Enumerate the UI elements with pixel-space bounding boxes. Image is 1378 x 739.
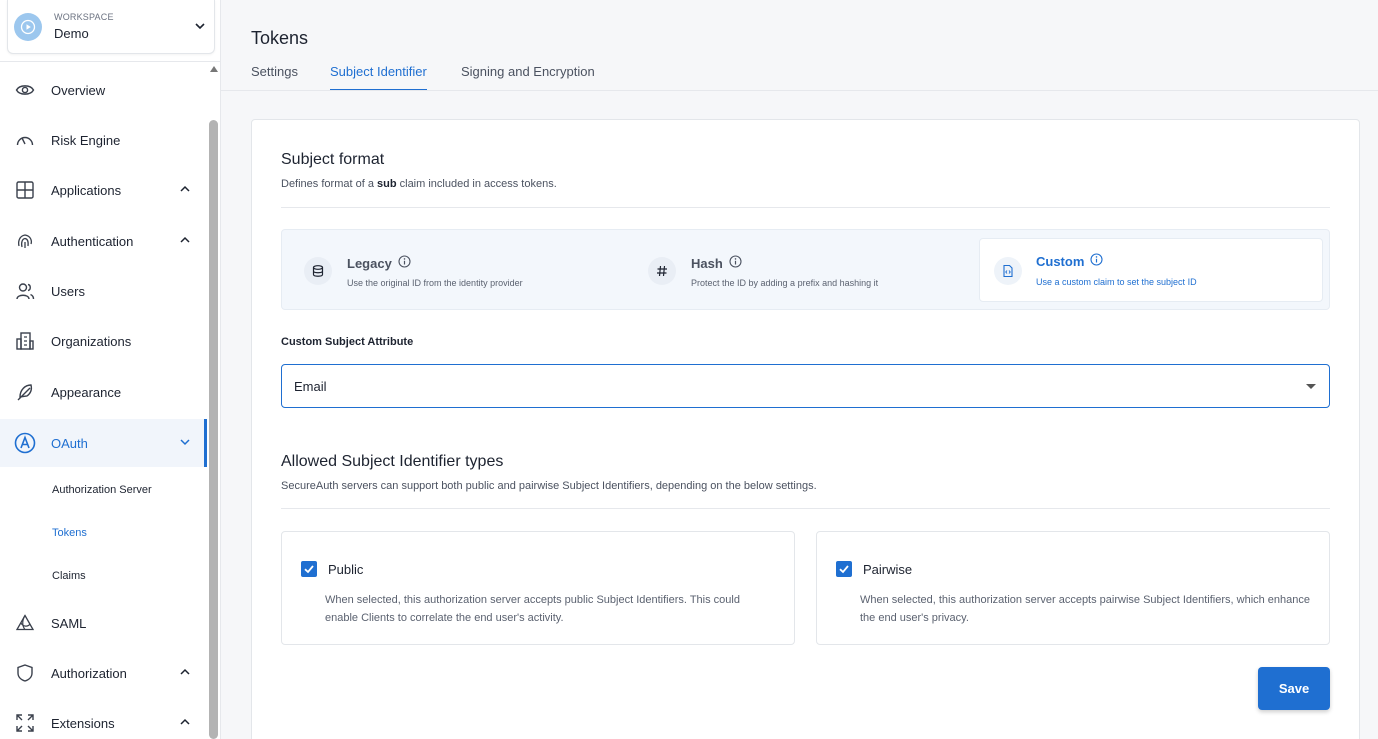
format-option-custom[interactable]: Custom Use a custom claim to set the sub…: [979, 238, 1323, 302]
sidebar-item-label: Authentication: [51, 233, 134, 249]
select-value: Email: [294, 379, 327, 394]
workspace-label: WORKSPACE: [54, 12, 114, 22]
sidebar-subitem-authorization-server[interactable]: Authorization Server: [52, 484, 152, 496]
public-checkbox[interactable]: [301, 561, 317, 577]
sidebar-item-extensions[interactable]: Extensions: [0, 699, 207, 739]
sidebar-item-authentication[interactable]: Authentication: [0, 217, 207, 265]
subject-format-description: Defines format of a sub claim included i…: [281, 178, 557, 190]
sidebar-item-label: Extensions: [51, 715, 115, 731]
subject-identifier-card: Subject format Defines format of a sub c…: [251, 119, 1360, 739]
format-option-name: Custom: [1036, 253, 1103, 269]
sidebar-subitem-tokens[interactable]: Tokens: [52, 527, 87, 539]
scrollbar-thumb[interactable]: [209, 120, 218, 739]
gauge-icon: [14, 129, 36, 151]
public-description: When selected, this authorization server…: [325, 594, 740, 624]
save-button[interactable]: Save: [1258, 667, 1330, 710]
workspace-name: Demo: [54, 26, 89, 41]
oauth-icon: [14, 432, 36, 454]
sidebar-item-applications[interactable]: Applications: [0, 166, 207, 214]
public-label: Public: [328, 562, 364, 577]
chevron-up-icon: [179, 183, 191, 198]
expand-icon: [14, 712, 36, 734]
section-divider: [281, 207, 1330, 208]
format-option-description: Protect the ID by adding a prefix and ha…: [691, 278, 879, 288]
format-option-legacy[interactable]: Legacy Use the original ID from the iden…: [282, 230, 622, 311]
sidebar-item-label: SAML: [51, 615, 87, 631]
format-option-description: Use a custom claim to set the subject ID: [1036, 277, 1197, 287]
file-code-icon: [994, 257, 1022, 285]
feather-icon: [14, 381, 36, 403]
checkmark-icon: [839, 565, 849, 574]
pairwise-label: Pairwise: [863, 562, 913, 577]
fingerprint-icon: [14, 230, 36, 252]
scroll-up-arrow-icon[interactable]: [210, 66, 218, 72]
checkmark-icon: [304, 565, 314, 574]
allowed-types-description: SecureAuth servers can support both publ…: [281, 480, 817, 492]
sidebar-item-risk-engine[interactable]: Risk Engine: [0, 116, 207, 164]
workspace-selector[interactable]: WORKSPACE Demo: [7, 0, 215, 54]
dropdown-caret-icon: [1306, 384, 1316, 389]
tab-subject-identifier[interactable]: Subject Identifier: [330, 64, 427, 91]
pairwise-checkbox[interactable]: [836, 561, 852, 577]
sidebar-item-label: Authorization: [51, 665, 127, 681]
tabs-divider: [221, 90, 1378, 91]
hash-icon: [648, 257, 676, 285]
format-option-name: Hash: [691, 255, 742, 271]
sidebar-item-overview[interactable]: Overview: [0, 66, 207, 114]
sidebar-subitem-claims[interactable]: Claims: [52, 570, 86, 582]
format-option-name: Legacy: [347, 255, 411, 271]
sidebar-item-appearance[interactable]: Appearance: [0, 368, 207, 416]
sidebar-item-label: Applications: [51, 182, 122, 198]
chevron-up-icon: [179, 234, 191, 249]
shield-icon: [14, 662, 36, 684]
info-icon[interactable]: [1090, 253, 1103, 269]
custom-subject-attribute-label: Custom Subject Attribute: [281, 336, 414, 348]
database-icon: [304, 257, 332, 285]
chevron-down-icon: [194, 19, 206, 37]
sidebar-divider: [0, 61, 220, 62]
tab-signing-and-encryption[interactable]: Signing and Encryption: [461, 64, 595, 91]
workspace-play-icon: [14, 12, 42, 41]
sidebar-item-oauth[interactable]: OAuth: [0, 419, 207, 467]
sidebar-item-authorization[interactable]: Authorization: [0, 649, 207, 697]
sidebar-item-label: Appearance: [51, 384, 122, 400]
sidebar-item-label: Users: [51, 283, 85, 299]
public-option-card[interactable]: Public When selected, this authorization…: [281, 531, 795, 645]
format-option-hash[interactable]: Hash Protect the ID by adding a prefix a…: [626, 230, 966, 311]
sidebar-item-saml[interactable]: SAML: [0, 599, 207, 647]
sidebar-item-organizations[interactable]: Organizations: [0, 317, 207, 365]
info-icon[interactable]: [729, 255, 742, 271]
pairwise-option-card[interactable]: Pairwise When selected, this authorizati…: [816, 531, 1330, 645]
building-icon: [14, 330, 36, 352]
subject-format-title: Subject format: [281, 151, 385, 168]
info-icon[interactable]: [398, 255, 411, 271]
section-divider: [281, 508, 1330, 509]
chevron-up-icon: [179, 666, 191, 681]
sidebar-scrollbar[interactable]: [207, 62, 220, 739]
allowed-types-title: Allowed Subject Identifier types: [281, 453, 504, 470]
grid-icon: [14, 179, 36, 201]
tab-settings[interactable]: Settings: [251, 64, 298, 91]
eye-icon: [14, 79, 36, 101]
sidebar-item-label: Risk Engine: [51, 132, 121, 148]
custom-subject-attribute-select[interactable]: Email: [281, 364, 1330, 408]
format-option-description: Use the original ID from the identity pr…: [347, 278, 523, 288]
sidebar-item-label: Overview: [51, 82, 106, 98]
subject-format-options: Legacy Use the original ID from the iden…: [281, 229, 1330, 310]
pairwise-description: When selected, this authorization server…: [860, 594, 1311, 624]
chevron-up-icon: [179, 716, 191, 731]
saml-icon: [14, 612, 36, 634]
sidebar: WORKSPACE Demo Overview Risk Engine Appl…: [0, 0, 221, 739]
sidebar-item-users[interactable]: Users: [0, 267, 207, 315]
sidebar-item-label: Organizations: [51, 333, 132, 349]
sidebar-item-label: OAuth: [51, 435, 88, 451]
chevron-down-icon: [179, 436, 191, 451]
page-title: Tokens: [251, 28, 309, 48]
users-icon: [14, 280, 36, 302]
